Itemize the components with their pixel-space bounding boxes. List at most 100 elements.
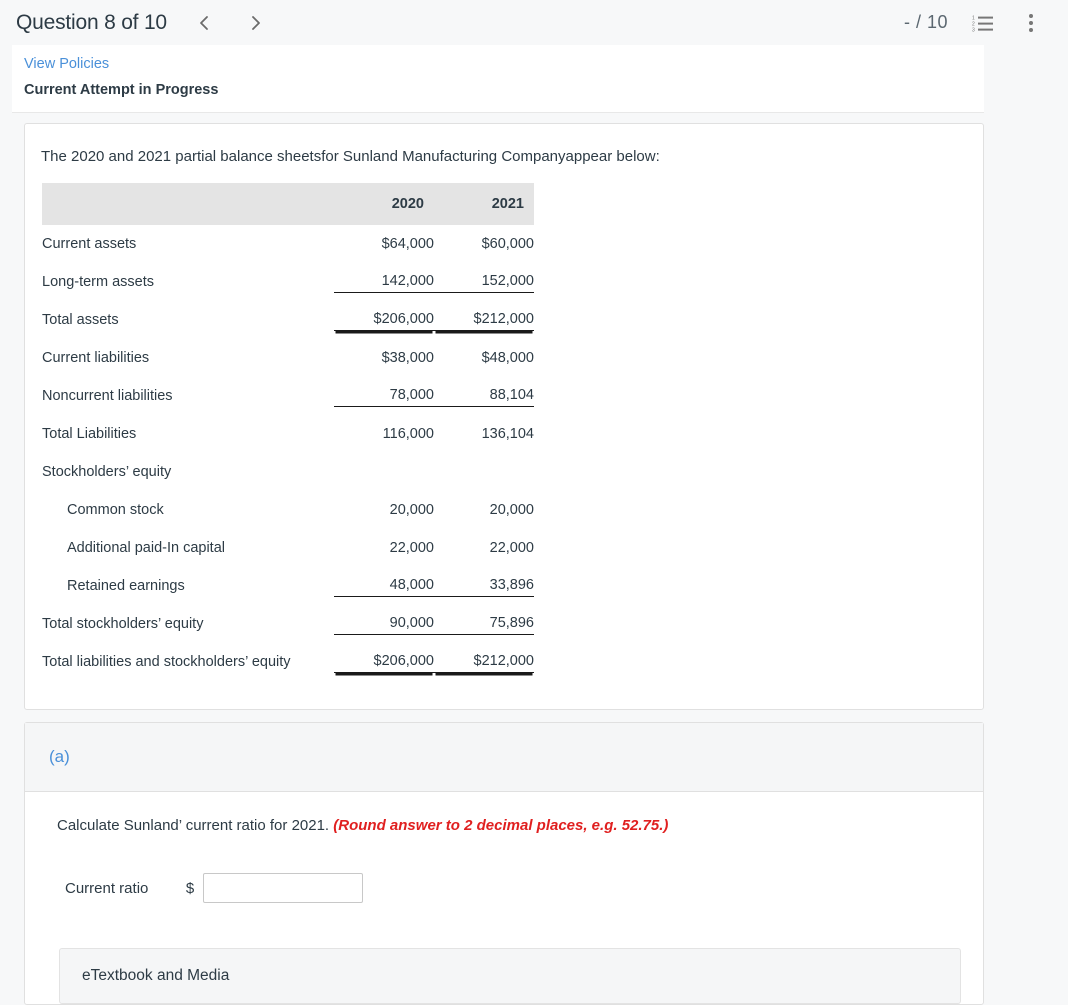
cell-2020: 48,000 [334,567,434,605]
cell-2021-value: $212,000 [434,650,534,673]
problem-card: The 2020 and 2021 partial balance sheets… [24,123,984,710]
cell-2020: $64,000 [334,225,434,263]
part-a-question-text: Calculate Sunland’ current ratio for 202… [57,817,333,834]
cell-2020-value: 78,000 [334,384,434,407]
row-label: Total assets [42,301,334,339]
part-a-rounding-hint: (Round answer to 2 decimal places, e.g. … [333,817,668,834]
cell-2020-value: 142,000 [334,270,434,293]
cell-2021: 152,000 [434,263,534,301]
table-row: Current assets$64,000$60,000 [42,225,534,263]
cell-2020 [334,453,434,491]
cell-2021-value: $60,000 [434,233,534,255]
etextbook-and-media-label: eTextbook and Media [82,967,229,985]
row-label: Total stockholders’ equity [42,605,334,643]
currency-symbol: $ [177,880,203,897]
table-row: Current liabilities$38,000$48,000 [42,339,534,377]
cell-2020: 142,000 [334,263,434,301]
cell-2020-value [334,461,434,483]
table-row: Long-term assets142,000152,000 [42,263,534,301]
cell-2020: 78,000 [334,377,434,415]
cell-2020-value: $206,000 [334,650,434,673]
cell-2021: $212,000 [434,301,534,339]
problem-intro-text: The 2020 and 2021 partial balance sheets… [25,124,983,167]
svg-text:3: 3 [972,27,975,32]
cell-2021-value: 22,000 [434,537,534,559]
cell-2020: 20,000 [334,491,434,529]
balance-sheet-table: 2020 2021 Current assets$64,000$60,000Lo… [42,183,534,681]
row-label: Additional paid-In capital [42,529,334,567]
answer-row: Current ratio $ [25,835,983,903]
cell-2021-value: 152,000 [434,270,534,293]
table-row: Noncurrent liabilities78,00088,104 [42,377,534,415]
table-row: Total liabilities and stockholders’ equi… [42,643,534,681]
part-a-body: Calculate Sunland’ current ratio for 202… [25,792,983,1005]
current-ratio-input[interactable] [203,873,363,903]
cell-2021-value: 88,104 [434,384,534,407]
table-header-row: 2020 2021 [42,183,534,225]
cell-2021-value: 136,104 [434,423,534,445]
table-row: Total stockholders’ equity90,00075,896 [42,605,534,643]
cell-2020-value: $38,000 [334,347,434,369]
cell-2021: $60,000 [434,225,534,263]
row-label: Long-term assets [42,263,334,301]
cell-2020: $38,000 [334,339,434,377]
cell-2021-value: $48,000 [434,347,534,369]
row-label: Noncurrent liabilities [42,377,334,415]
cell-2020-value: 22,000 [334,537,434,559]
question-navigation [189,8,271,38]
cell-2021-value: 33,896 [434,574,534,597]
row-label: Current liabilities [42,339,334,377]
balance-sheet-rows: Current assets$64,000$60,000Long-term as… [42,225,534,681]
cell-2021: $48,000 [434,339,534,377]
cell-2020-value: 48,000 [334,574,434,597]
etextbook-and-media-bar[interactable]: eTextbook and Media [59,948,961,1004]
cell-2020-value: 90,000 [334,612,434,635]
cell-2021-value: 20,000 [434,499,534,521]
attempt-status-heading: Current Attempt in Progress [24,82,972,98]
table-row: Common stock20,00020,000 [42,491,534,529]
column-header-label [42,183,334,225]
page-title: Question 8 of 10 [16,11,167,35]
cell-2021: 22,000 [434,529,534,567]
numbered-list-icon[interactable]: 1 2 3 [970,10,996,36]
table-row: Total assets$206,000$212,000 [42,301,534,339]
cell-2021: $212,000 [434,643,534,681]
chevron-left-icon[interactable] [189,8,219,38]
part-a-question: Calculate Sunland’ current ratio for 202… [25,816,983,836]
current-ratio-label: Current ratio [65,880,155,897]
cell-2021: 20,000 [434,491,534,529]
toolbar-right-group: - / 10 1 2 3 [904,10,1052,36]
cell-2021: 136,104 [434,415,534,453]
cell-2021-value [434,461,534,483]
question-toolbar: Question 8 of 10 - / 10 1 2 3 [0,0,1068,45]
cell-2020: $206,000 [334,301,434,339]
table-row: Total Liabilities116,000136,104 [42,415,534,453]
row-label: Total Liabilities [42,415,334,453]
cell-2021-value: 75,896 [434,612,534,635]
cell-2020-value: 20,000 [334,499,434,521]
chevron-right-icon[interactable] [241,8,271,38]
cell-2021-value: $212,000 [434,308,534,331]
balance-sheet-table-wrapper: 2020 2021 Current assets$64,000$60,000Lo… [25,167,983,709]
table-row: Stockholders’ equity [42,453,534,491]
row-label: Total liabilities and stockholders’ equi… [42,643,334,681]
table-row: Retained earnings48,00033,896 [42,567,534,605]
row-label: Retained earnings [42,567,334,605]
cell-2020: 116,000 [334,415,434,453]
vertical-dots-icon[interactable] [1018,10,1044,36]
table-row: Additional paid-In capital22,00022,000 [42,529,534,567]
attempt-band: View Policies Current Attempt in Progres… [12,45,984,113]
view-policies-link[interactable]: View Policies [24,56,109,72]
cell-2020-value: $206,000 [334,308,434,331]
cell-2021: 88,104 [434,377,534,415]
cell-2020: $206,000 [334,643,434,681]
score-display: - / 10 [904,12,948,33]
cell-2020-value: $64,000 [334,233,434,255]
cell-2021: 75,896 [434,605,534,643]
row-label: Current assets [42,225,334,263]
cell-2020: 90,000 [334,605,434,643]
part-a-label: (a) [25,723,983,792]
column-header-2020: 2020 [334,183,434,225]
part-a-card: (a) Calculate Sunland’ current ratio for… [24,722,984,1005]
row-label: Common stock [42,491,334,529]
